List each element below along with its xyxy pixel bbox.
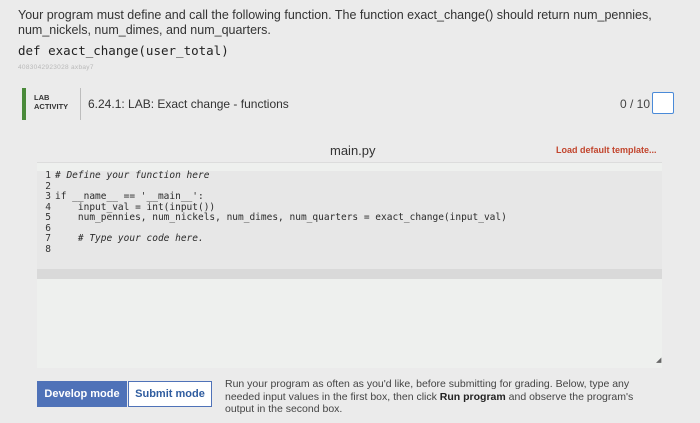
lab-activity-badge: LAB ACTIVITY — [34, 93, 68, 111]
code-text: # Define your function here — [55, 170, 210, 181]
function-signature: def exact_change(user_total) — [18, 43, 229, 58]
code-line: 7 # Type your code here. — [37, 233, 662, 245]
watermark: 4083042923028 axbay7 — [18, 64, 94, 71]
badge-line-activity: ACTIVITY — [34, 102, 69, 111]
badge-line-lab: LAB — [34, 93, 50, 102]
file-name: main.py — [330, 143, 376, 158]
code-text: num_pennies, num_nickels, num_dimes, num… — [55, 212, 507, 223]
code-line: 1 # Define your function here — [37, 170, 662, 182]
develop-mode-button[interactable]: Develop mode — [37, 381, 127, 407]
load-default-template-link[interactable]: Load default template... — [556, 145, 657, 155]
code-line: 8 — [37, 243, 662, 256]
line-number: 7 — [45, 233, 51, 244]
line-number: 1 — [45, 170, 51, 181]
run-program-emphasis: Run program — [439, 390, 506, 403]
instructions-text: Run your program as often as you'd like,… — [225, 378, 665, 416]
code-line: 5 num_pennies, num_nickels, num_dimes, n… — [37, 212, 662, 224]
lab-title: 6.24.1: LAB: Exact change - functions — [88, 97, 289, 111]
score-checkbox-icon — [652, 92, 674, 114]
intro-text: Your program must define and call the fo… — [18, 8, 652, 37]
code-area[interactable]: 1 # Define your function here 2 3 if __n… — [37, 170, 662, 279]
header-divider — [80, 88, 81, 120]
resize-grip-icon[interactable]: ◢ — [656, 356, 661, 364]
code-text: # Type your code here. — [55, 233, 204, 244]
lab-header: LAB ACTIVITY 6.24.1: LAB: Exact change -… — [22, 88, 678, 120]
line-number: 5 — [45, 212, 51, 223]
line-number: 3 — [45, 191, 51, 202]
score-label: 0 / 10 — [620, 97, 651, 111]
active-line-highlight — [37, 269, 662, 279]
code-text: if __name__ == '__main__': — [55, 191, 204, 202]
code-line: 3 if __name__ == '__main__': — [37, 191, 662, 203]
submit-mode-button[interactable]: Submit mode — [128, 381, 212, 407]
code-editor[interactable]: 1 # Define your function here 2 3 if __n… — [37, 162, 662, 368]
line-number: 8 — [45, 243, 51, 255]
